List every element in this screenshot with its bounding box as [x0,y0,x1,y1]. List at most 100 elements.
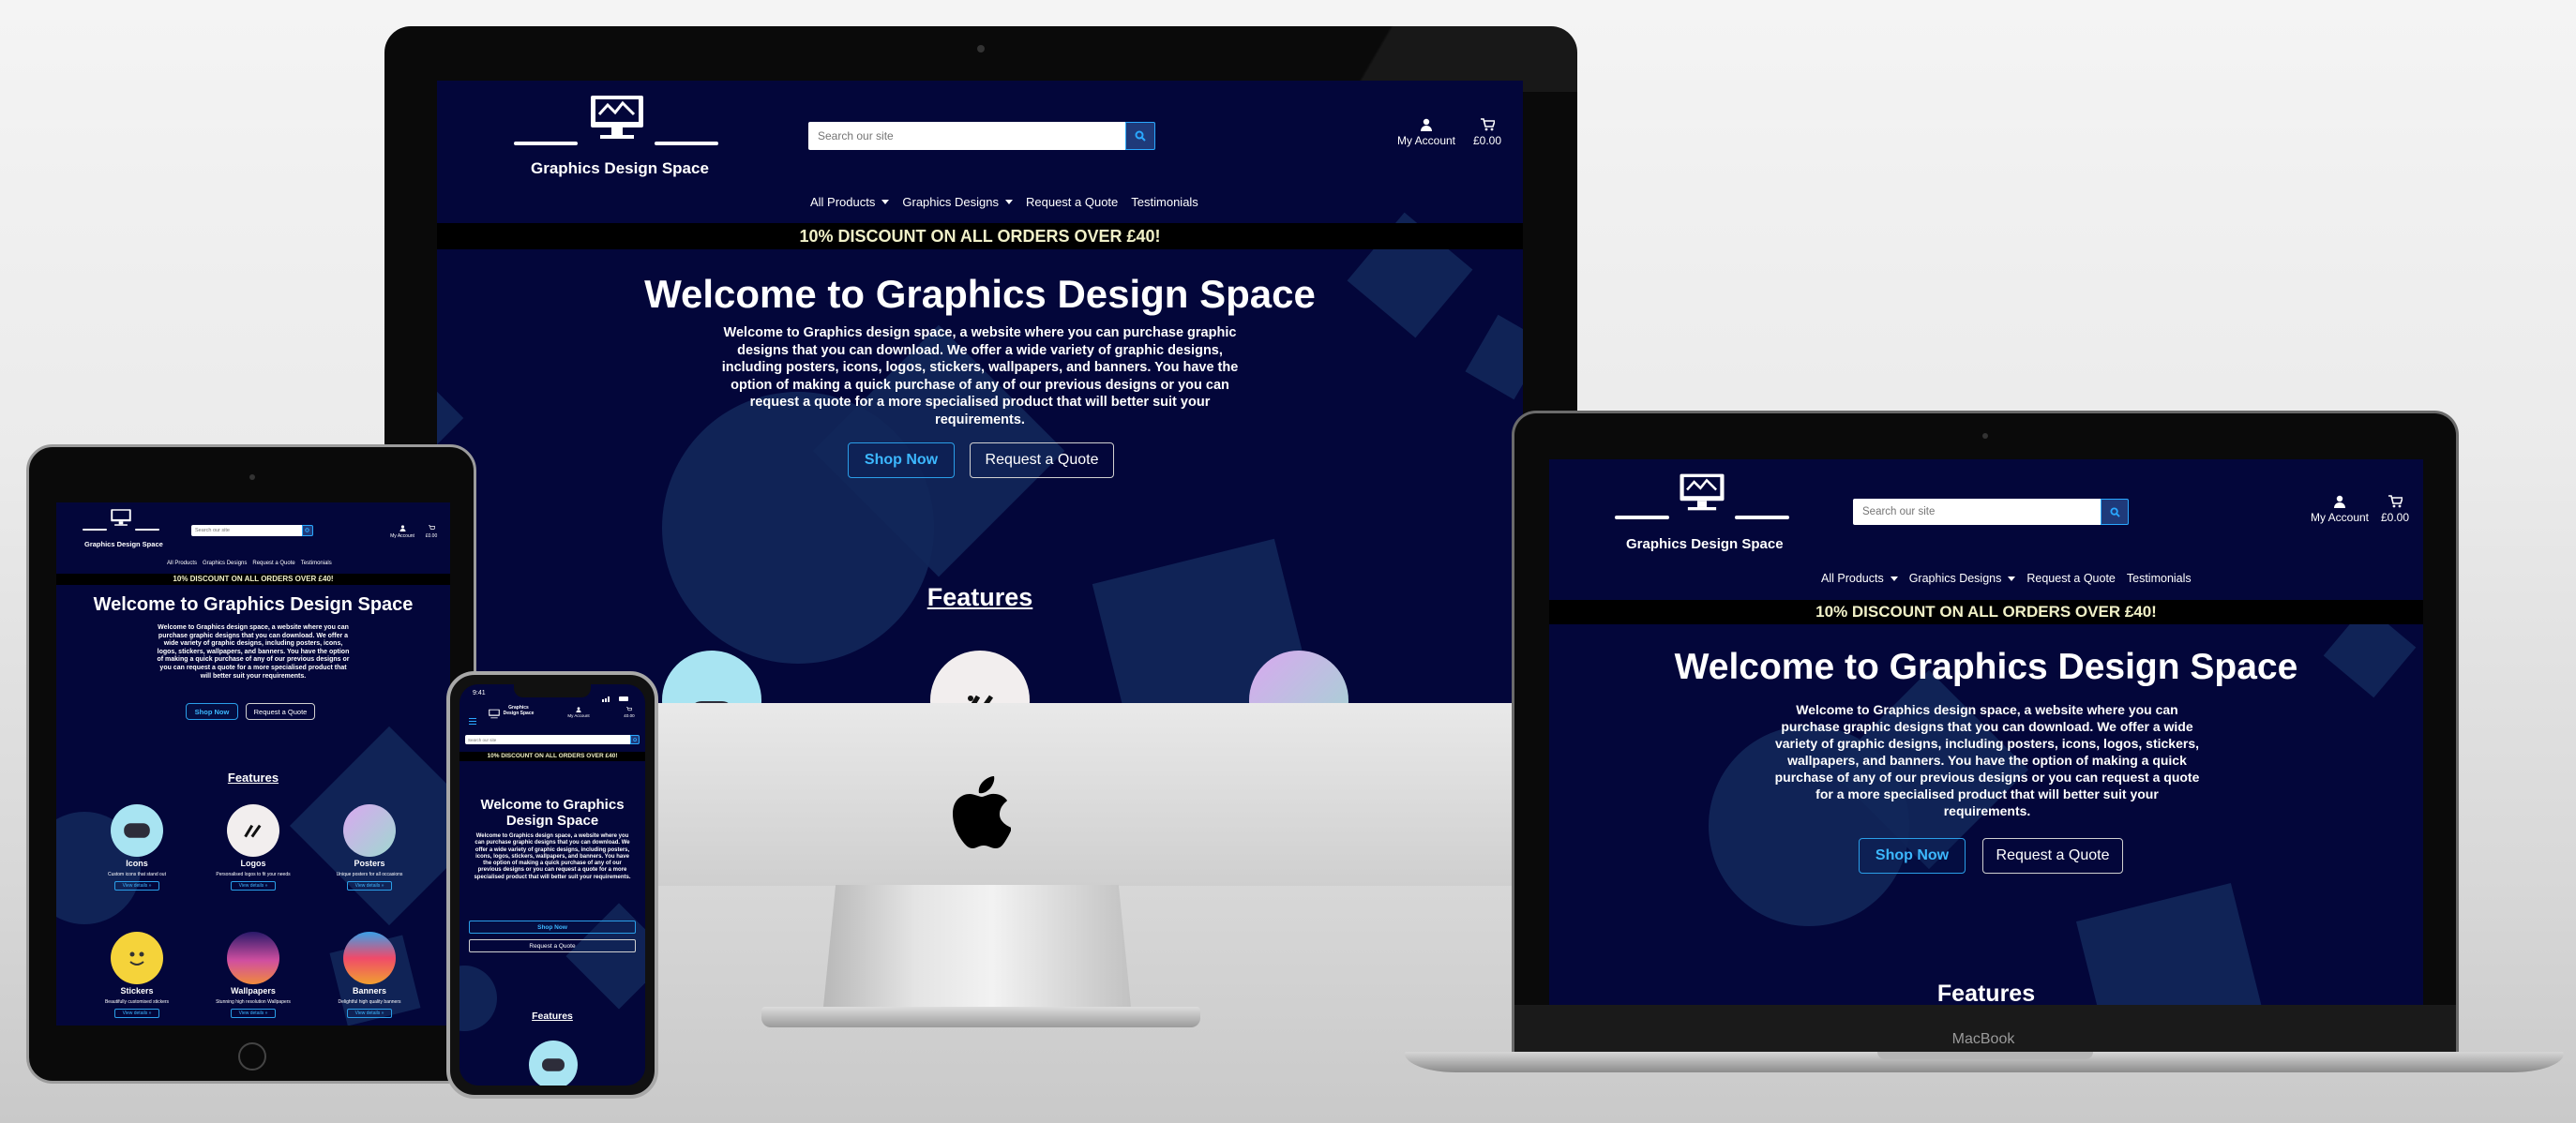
features-title: Features [532,1011,573,1022]
feature-icons-thumb[interactable] [662,651,761,703]
shop-now-button[interactable]: Shop Now [186,703,238,720]
my-account-link[interactable]: My Account [565,707,593,718]
gamepad-icon [124,823,150,838]
search-button[interactable] [2101,499,2129,525]
nav-graphics-designs[interactable]: Graphics Designs [1909,572,2016,585]
brand-name[interactable]: Graphics Design Space [84,540,163,548]
nav-testimonials[interactable]: Testimonials [2127,572,2192,585]
feature-posters-thumb[interactable] [343,804,396,857]
hero-text: Welcome to Graphics design space, a webs… [721,325,1239,427]
brand-name[interactable]: Graphics Design Space [531,159,709,178]
logo-line-right [135,529,159,531]
my-account-link[interactable]: My Account [1393,118,1459,147]
nav-testimonials[interactable]: Testimonials [1131,195,1198,209]
search-input[interactable] [191,525,302,536]
user-icon [1421,118,1432,131]
nav-request-quote[interactable]: Request a Quote [252,561,294,566]
feature-logos-thumb[interactable] [227,804,279,857]
feature-banners-thumb[interactable] [343,932,396,984]
logo-monitor-icon[interactable] [1675,472,1729,517]
cart-link[interactable]: £0.00 [420,525,443,539]
apple-logo-icon [949,776,1012,854]
feature-icons-link[interactable]: View details » [114,881,159,891]
search-button[interactable] [1125,122,1155,150]
hero-title: Welcome to Graphics Design Space [644,272,1316,316]
hero-title: Welcome to Graphics Design Space [1674,647,2298,687]
gamepad-icon [542,1058,565,1071]
imac-screen-site: Graphics Design Space My Account £0.00 A… [437,81,1523,703]
brand-name[interactable]: Graphics Design Space [503,705,535,716]
main-nav: All Products Graphics Designs Request a … [1821,572,2192,585]
logo-monitor-icon[interactable] [488,707,501,724]
nav-all-products[interactable]: All Products [810,195,890,209]
features-title: Features [1936,981,2036,1005]
main-nav: All Products Graphics Designs Request a … [167,561,332,566]
feature-banners-link[interactable]: View details » [347,1009,392,1018]
features-title: Features [926,583,1033,611]
discount-banner: 10% DISCOUNT ON ALL ORDERS OVER £40! [56,574,450,585]
logo-monitor-icon[interactable] [109,508,133,532]
ipad-home-button[interactable] [238,1042,266,1071]
search-button[interactable] [302,525,313,536]
my-account-label: My Account [567,713,590,718]
main-nav: All Products Graphics Designs Request a … [810,195,1198,209]
feature-stickers-thumb[interactable] [111,932,163,984]
feature-logos-link[interactable]: View details » [231,881,276,891]
feature-wallpapers-link[interactable]: View details » [231,1009,276,1018]
cart-link[interactable]: £0.00 [1467,118,1508,147]
user-icon [576,707,581,712]
nav-testimonials[interactable]: Testimonials [301,561,332,566]
imac-base [761,1007,1200,1027]
request-quote-button[interactable]: Request a Quote [246,703,315,720]
search-input[interactable] [1853,499,2101,525]
nav-request-quote[interactable]: Request a Quote [2026,572,2116,585]
nav-graphics-designs[interactable]: Graphics Designs [902,195,1013,209]
feature-posters-desc: Unique posters for all occasions [336,872,403,877]
feature-icons-thumb[interactable] [529,1041,578,1086]
feature-icons-desc: Custom icons that stand out [108,872,166,877]
ipad-screen-site: Graphics Design Space My Account £0.00 A… [56,502,450,1026]
discount-banner: 10% DISCOUNT ON ALL ORDERS OVER £40! [437,223,1523,249]
hero-title: Welcome to Graphics Design Space [93,594,414,615]
request-quote-button[interactable]: Request a Quote [1982,838,2123,874]
user-icon [399,525,405,532]
shop-now-button[interactable]: Shop Now [1859,838,1966,874]
brand-name[interactable]: Graphics Design Space [1626,536,1784,552]
cart-total: £0.00 [425,533,438,539]
feature-posters-name: Posters [354,859,385,868]
logo-monitor-icon[interactable] [585,94,649,145]
phone-notch [514,684,591,697]
feature-logos-thumb[interactable] [930,651,1030,703]
nav-all-products[interactable]: All Products [1821,572,1898,585]
cart-icon [428,525,436,530]
feature-banners-name: Banners [352,986,386,996]
nav-graphics-designs[interactable]: Graphics Designs [203,561,247,566]
cart-link[interactable]: £0.00 [619,707,640,718]
cart-link[interactable]: £0.00 [2374,495,2416,524]
hamburger-menu-icon[interactable] [469,712,476,729]
request-quote-button[interactable]: Request a Quote [970,442,1114,478]
my-account-link[interactable]: My Account [386,525,418,539]
feature-stickers-link[interactable]: View details » [114,1009,159,1018]
my-account-link[interactable]: My Account [2307,495,2373,524]
shop-now-button[interactable]: Shop Now [469,921,636,934]
search-button[interactable] [630,735,640,744]
nav-all-products[interactable]: All Products [167,561,197,566]
cart-total: £0.00 [624,713,635,718]
search-input[interactable] [465,735,630,744]
feature-posters-link[interactable]: View details » [347,881,392,891]
macbook-notch [1877,1052,2093,1059]
search-input[interactable] [808,122,1125,150]
request-quote-button[interactable]: Request a Quote [469,939,636,952]
logo-line-right [655,142,718,145]
feature-wallpapers-thumb[interactable] [227,932,279,984]
nav-request-quote[interactable]: Request a Quote [1026,195,1118,209]
my-account-label: My Account [390,533,414,539]
feature-icons-thumb[interactable] [111,804,163,857]
hero-text: Welcome to Graphics design space, a webs… [474,833,631,880]
shop-now-button[interactable]: Shop Now [848,442,955,478]
macbook-label: MacBook [1951,1031,2015,1047]
feature-wallpapers-name: Wallpapers [231,986,276,996]
feature-icons-name: Icons [126,859,148,868]
my-account-label: My Account [2310,511,2370,524]
